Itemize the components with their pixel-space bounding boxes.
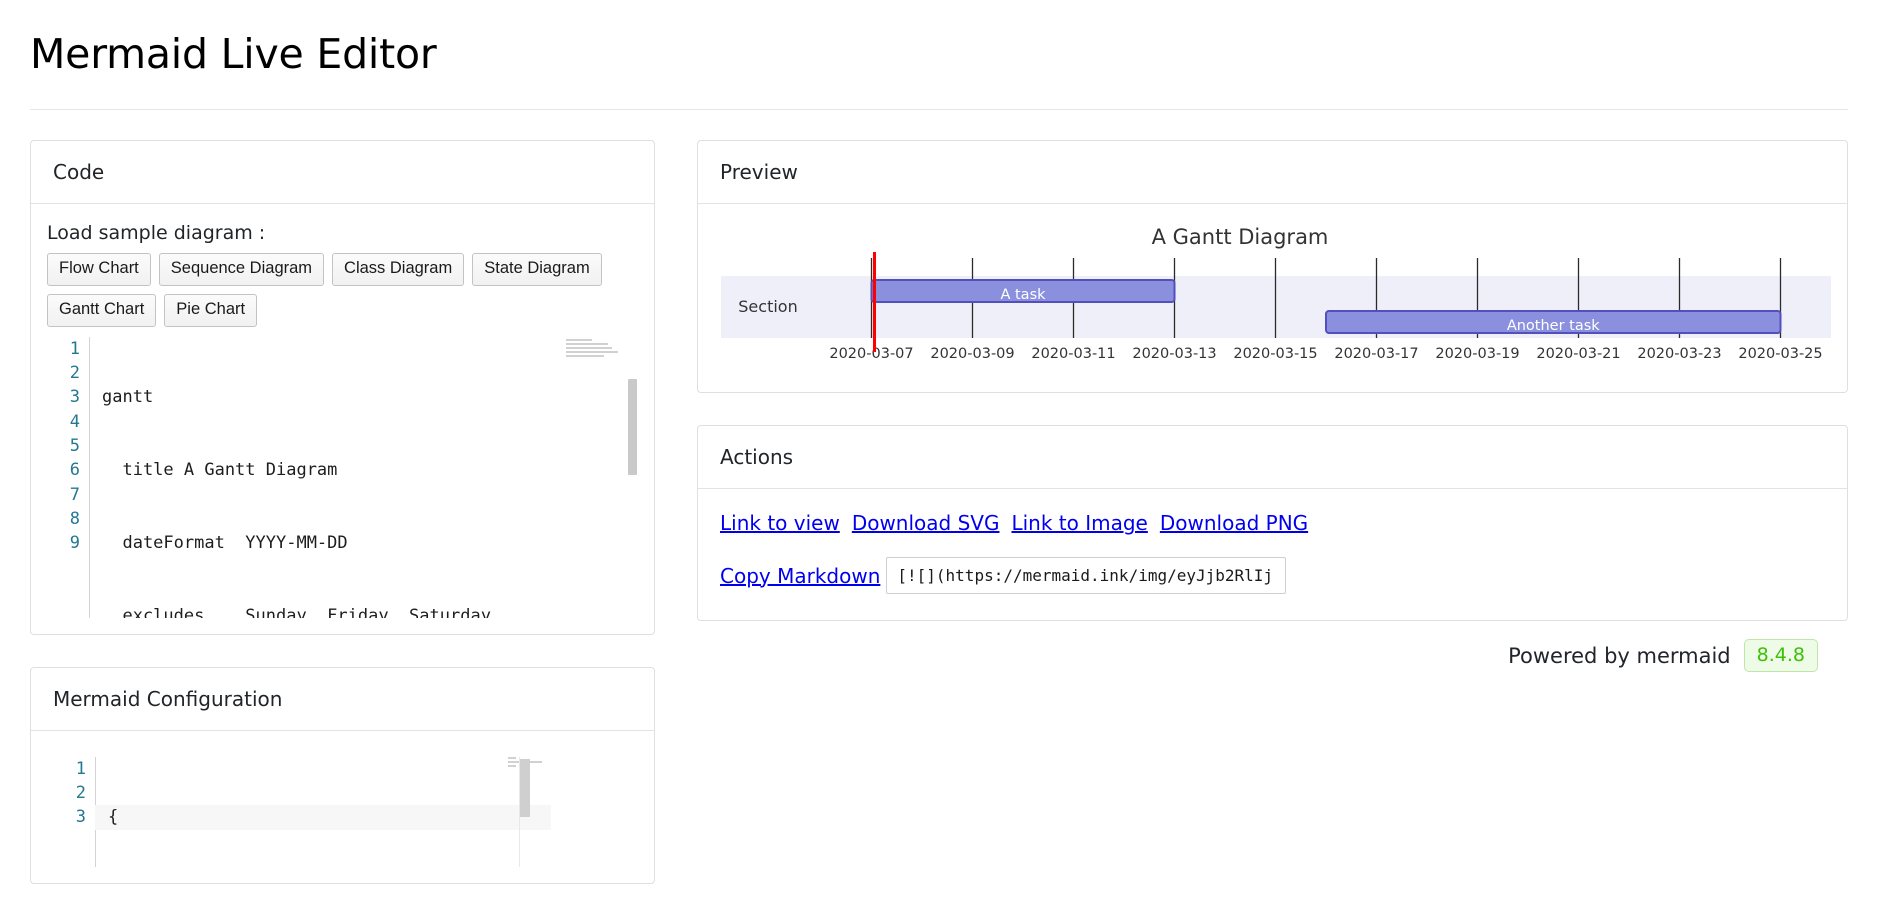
code-panel-title: Code <box>31 141 654 204</box>
preview-panel-body: A Gantt Diagram 2020-03-07 2020-03-09 2020-… <box>698 204 1847 392</box>
code-line[interactable]: excludes Sunday, Friday, Saturday <box>102 604 638 618</box>
line-number: 3 <box>47 805 86 829</box>
axis-tick-label: 2020-03-13 <box>1132 346 1216 362</box>
code-editor-inner: 1 2 3 4 5 6 7 8 9 gantt title A <box>47 337 638 618</box>
line-number: 1 <box>47 757 86 781</box>
page-title: Mermaid Live Editor <box>0 0 1878 79</box>
code-line[interactable]: gantt <box>102 385 638 409</box>
link-to-image[interactable]: Link to Image <box>1011 511 1147 535</box>
line-number: 5 <box>47 434 80 458</box>
main-layout: Code Load sample diagram : Flow Chart Se… <box>0 110 1878 884</box>
code-panel-body: Load sample diagram : Flow Chart Sequenc… <box>31 204 654 634</box>
line-number: 8 <box>47 507 80 531</box>
code-line[interactable]: title A Gantt Diagram <box>102 458 638 482</box>
axis-tick-label: 2020-03-21 <box>1536 346 1620 362</box>
line-number: 4 <box>47 410 80 434</box>
download-png-link[interactable]: Download PNG <box>1160 511 1308 535</box>
axis-tick-label: 2020-03-11 <box>1031 346 1115 362</box>
footer: Powered by mermaid 8.4.8 <box>697 621 1848 672</box>
left-column: Code Load sample diagram : Flow Chart Se… <box>30 140 655 884</box>
config-panel-title: Mermaid Configuration <box>31 668 654 731</box>
sample-button-state-diagram[interactable]: State Diagram <box>472 253 601 286</box>
actions-panel-title: Actions <box>698 426 1847 489</box>
axis-tick-label: 2020-03-19 <box>1435 346 1519 362</box>
sample-buttons-row-1: Flow Chart Sequence Diagram Class Diagra… <box>47 253 638 286</box>
section-label: Section <box>738 297 797 316</box>
gantt-diagram: A Gantt Diagram 2020-03-07 2020-03-09 2020-… <box>716 218 1829 370</box>
sample-button-pie-chart[interactable]: Pie Chart <box>164 294 257 327</box>
link-to-view[interactable]: Link to view <box>720 511 840 535</box>
axis-tick-label: 2020-03-15 <box>1233 346 1317 362</box>
config-gutter: 1 2 3 <box>47 757 95 867</box>
sample-button-flow-chart[interactable]: Flow Chart <box>47 253 151 286</box>
gantt-task-label: A task <box>1000 287 1046 303</box>
copy-markdown-link[interactable]: Copy Markdown <box>720 564 880 588</box>
powered-by-label: Powered by mermaid <box>1508 644 1731 668</box>
download-svg-link[interactable]: Download SVG <box>852 511 1000 535</box>
config-text-area[interactable]: { "theme": "default" } <box>95 757 525 867</box>
axis-tick-label: 2020-03-25 <box>1738 346 1822 362</box>
line-number: 7 <box>47 483 80 507</box>
config-panel-body: 1 2 3 { "theme": "default" } <box>31 731 654 883</box>
config-line[interactable]: { <box>95 805 551 829</box>
right-column: Preview A Gantt Diagram 2020-03-07 2020-03… <box>697 140 1848 672</box>
sample-button-class-diagram[interactable]: Class Diagram <box>332 253 464 286</box>
code-text-area[interactable]: gantt title A Gantt Diagram dateFormat Y… <box>89 337 638 618</box>
preview-panel-title: Preview <box>698 141 1847 204</box>
version-badge[interactable]: 8.4.8 <box>1744 639 1818 672</box>
sample-button-sequence-diagram[interactable]: Sequence Diagram <box>159 253 324 286</box>
axis-tick-label: 2020-03-17 <box>1334 346 1418 362</box>
line-number: 9 <box>47 531 80 555</box>
scrollbar-thumb[interactable] <box>520 759 530 817</box>
line-number: 1 <box>47 337 80 361</box>
action-links-row: Link to view Download SVG Link to Image … <box>720 511 1825 535</box>
line-number: 3 <box>47 385 80 409</box>
config-editor[interactable]: 1 2 3 { "theme": "default" } <box>47 757 638 867</box>
line-number: 2 <box>47 361 80 385</box>
code-gutter: 1 2 3 4 5 6 7 8 9 <box>47 337 89 618</box>
axis-tick-label: 2020-03-07 <box>829 346 913 362</box>
sample-buttons-row-2: Gantt Chart Pie Chart <box>47 294 638 327</box>
preview-panel: Preview A Gantt Diagram 2020-03-07 2020-03… <box>697 140 1848 393</box>
sample-button-gantt-chart[interactable]: Gantt Chart <box>47 294 156 327</box>
code-editor-scrollbar[interactable] <box>627 337 638 618</box>
markdown-input[interactable] <box>886 557 1286 594</box>
config-editor-scrollbar[interactable] <box>519 757 529 867</box>
scrollbar-thumb[interactable] <box>628 379 637 475</box>
code-line[interactable]: dateFormat YYYY-MM-DD <box>102 531 638 555</box>
line-number: 2 <box>47 781 86 805</box>
code-panel: Code Load sample diagram : Flow Chart Se… <box>30 140 655 635</box>
gantt-task-label: Another task <box>1507 318 1600 334</box>
copy-markdown-row: Copy Markdown <box>720 557 1825 594</box>
code-editor[interactable]: 1 2 3 4 5 6 7 8 9 gantt title A <box>47 337 638 618</box>
gantt-title: A Gantt Diagram <box>1152 225 1329 249</box>
actions-panel: Actions Link to view Download SVG Link t… <box>697 425 1848 621</box>
actions-panel-body: Link to view Download SVG Link to Image … <box>698 489 1847 620</box>
axis-tick-label: 2020-03-23 <box>1637 346 1721 362</box>
line-number: 6 <box>47 458 80 482</box>
axis-tick-label: 2020-03-09 <box>930 346 1014 362</box>
gantt-svg: A Gantt Diagram 2020-03-07 2020-03-09 2020-… <box>716 218 1844 366</box>
load-sample-label: Load sample diagram : <box>47 222 638 244</box>
config-panel: Mermaid Configuration 1 2 3 <box>30 667 655 884</box>
